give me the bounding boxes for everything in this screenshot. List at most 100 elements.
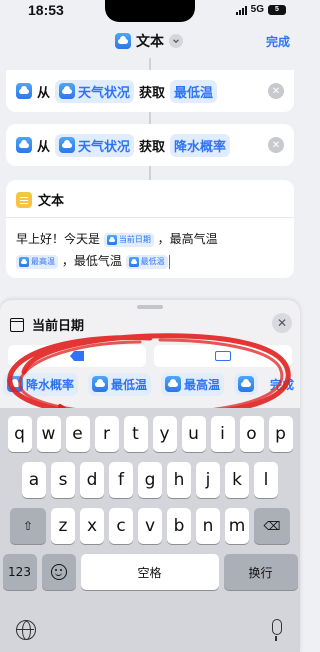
weather-source-label: 天气状况 (78, 85, 131, 101)
key-j[interactable]: j (196, 462, 220, 498)
keyboard-row-3: ⇧ z x c v b n m ⌫ (0, 508, 300, 544)
suggestion-low-temp[interactable]: 最低温 (88, 372, 152, 396)
key-u[interactable]: u (181, 416, 206, 452)
sheet-title: 当前日期 (32, 319, 85, 334)
key-a[interactable]: a (22, 462, 46, 498)
text-editor[interactable]: 早上好！今天是 当前日期 ，最高气温 最高温 ，最低气温 最低温 (6, 218, 294, 282)
flow-connector (149, 112, 151, 124)
suggestion-precip[interactable]: 降水概率 (3, 372, 79, 396)
remove-action-icon[interactable]: ✕ (268, 137, 284, 153)
variable-low-temp[interactable]: 最低温 (125, 254, 168, 269)
variable-current-date[interactable]: 当前日期 (103, 232, 154, 247)
flow-connector (149, 166, 151, 180)
key-v[interactable]: v (138, 508, 162, 544)
key-i[interactable]: i (210, 416, 235, 452)
text-doc-icon (16, 191, 32, 208)
key-d[interactable]: d (80, 462, 104, 498)
weather-icon (7, 376, 23, 392)
action-from-label: 从 (37, 139, 51, 155)
action-card-get-low-temp[interactable]: 从 天气状况 获取 最低温 ✕ (6, 70, 294, 112)
key-n[interactable]: n (196, 508, 220, 544)
text-segment: ，最低气温 (61, 254, 122, 268)
variable-high-temp[interactable]: 最高温 (16, 254, 58, 269)
suggestion-high-temp[interactable]: 最高温 (161, 372, 225, 396)
key-f[interactable]: f (109, 462, 133, 498)
key-s[interactable]: s (51, 462, 75, 498)
field-chip-low-temp[interactable]: 最低温 (170, 79, 218, 103)
keyboard-row-2: a s d f g h j k l (0, 462, 300, 498)
key-k[interactable]: k (225, 462, 249, 498)
remove-action-icon[interactable]: ✕ (268, 83, 284, 99)
chevron-down-icon (169, 34, 183, 48)
key-c[interactable]: c (109, 508, 133, 544)
keyboard-icon (215, 351, 231, 361)
shortcut-title-menu[interactable]: 文本 (115, 31, 183, 51)
field-chip-precip[interactable]: 降水概率 (170, 133, 231, 157)
key-r[interactable]: r (94, 416, 119, 452)
weather-icon (128, 256, 139, 267)
text-action-card[interactable]: 文本 早上好！今天是 当前日期 ，最高气温 最高温 ，最低气温 最低温 (6, 180, 294, 278)
sheet-header: 当前日期 (10, 315, 84, 334)
weather-app-icon (115, 33, 131, 49)
globe-icon[interactable] (16, 620, 36, 640)
suggestion-label: 最高温 (184, 377, 221, 392)
variable-suggestion-bar: 降水概率 最低温 最高温 完成 (0, 370, 300, 398)
key-x[interactable]: x (80, 508, 104, 544)
key-h[interactable]: h (167, 462, 191, 498)
numbers-key[interactable]: 123 (2, 554, 37, 590)
action-verb-label: 获取 (139, 85, 166, 101)
text-action-title: 文本 (38, 194, 65, 209)
keyboard-row-4: 123 空格 换行 (0, 554, 300, 590)
suggestion-label: 降水概率 (26, 377, 75, 392)
weather-source-label: 天气状况 (78, 139, 131, 155)
key-t[interactable]: t (123, 416, 148, 452)
action-verb-label: 获取 (139, 139, 166, 155)
action-card-get-precip[interactable]: 从 天气状况 获取 降水概率 ✕ (6, 124, 294, 166)
key-z[interactable]: z (51, 508, 75, 544)
weather-source-chip[interactable]: 天气状况 (55, 133, 135, 157)
key-g[interactable]: g (138, 462, 162, 498)
key-y[interactable]: y (152, 416, 177, 452)
status-time: 18:53 (28, 2, 64, 18)
text-segment: 早上好！今天是 (16, 232, 101, 246)
emoji-icon (50, 564, 67, 580)
status-bar: 18:53 5G 5 (0, 0, 300, 26)
weather-icon (238, 376, 255, 392)
key-q[interactable]: q (7, 416, 32, 452)
weather-source-chip[interactable]: 天气状况 (55, 79, 135, 103)
sheet-grabber[interactable] (137, 305, 163, 309)
delete-variable-button[interactable] (8, 345, 146, 367)
nav-bar: 文本 完成 (0, 26, 300, 58)
done-button[interactable]: 完成 (266, 33, 290, 50)
nav-title: 文本 (136, 34, 164, 50)
weather-icon (59, 83, 76, 99)
key-p[interactable]: p (268, 416, 293, 452)
microphone-icon[interactable] (272, 619, 282, 641)
suggestion-label: 最低温 (111, 377, 148, 392)
return-key[interactable]: 换行 (223, 554, 298, 590)
key-m[interactable]: m (225, 508, 249, 544)
shift-key[interactable]: ⇧ (10, 508, 46, 544)
variable-label: 当前日期 (118, 234, 151, 244)
dynamic-island (105, 0, 195, 22)
action-from-label: 从 (37, 85, 51, 101)
suggestion-partial[interactable] (234, 373, 259, 395)
key-e[interactable]: e (65, 416, 90, 452)
weather-app-icon (16, 83, 32, 99)
keyboard-toggle-button[interactable] (154, 345, 292, 367)
key-l[interactable]: l (254, 462, 278, 498)
key-w[interactable]: w (36, 416, 61, 452)
weather-icon (19, 256, 29, 267)
editor-toolbar (8, 345, 292, 367)
key-b[interactable]: b (167, 508, 191, 544)
suggestion-done-button[interactable]: 完成 (268, 373, 296, 396)
text-caret (168, 254, 171, 269)
close-icon[interactable]: ✕ (272, 313, 292, 333)
key-o[interactable]: o (239, 416, 264, 452)
space-key[interactable]: 空格 (80, 554, 219, 590)
battery-level: 5 (275, 5, 279, 13)
emoji-key[interactable] (41, 554, 76, 590)
status-indicators: 5G 5 (235, 4, 286, 15)
keyboard-row-1: q w e r t y u i o p (0, 416, 300, 452)
backspace-key[interactable]: ⌫ (254, 508, 290, 544)
